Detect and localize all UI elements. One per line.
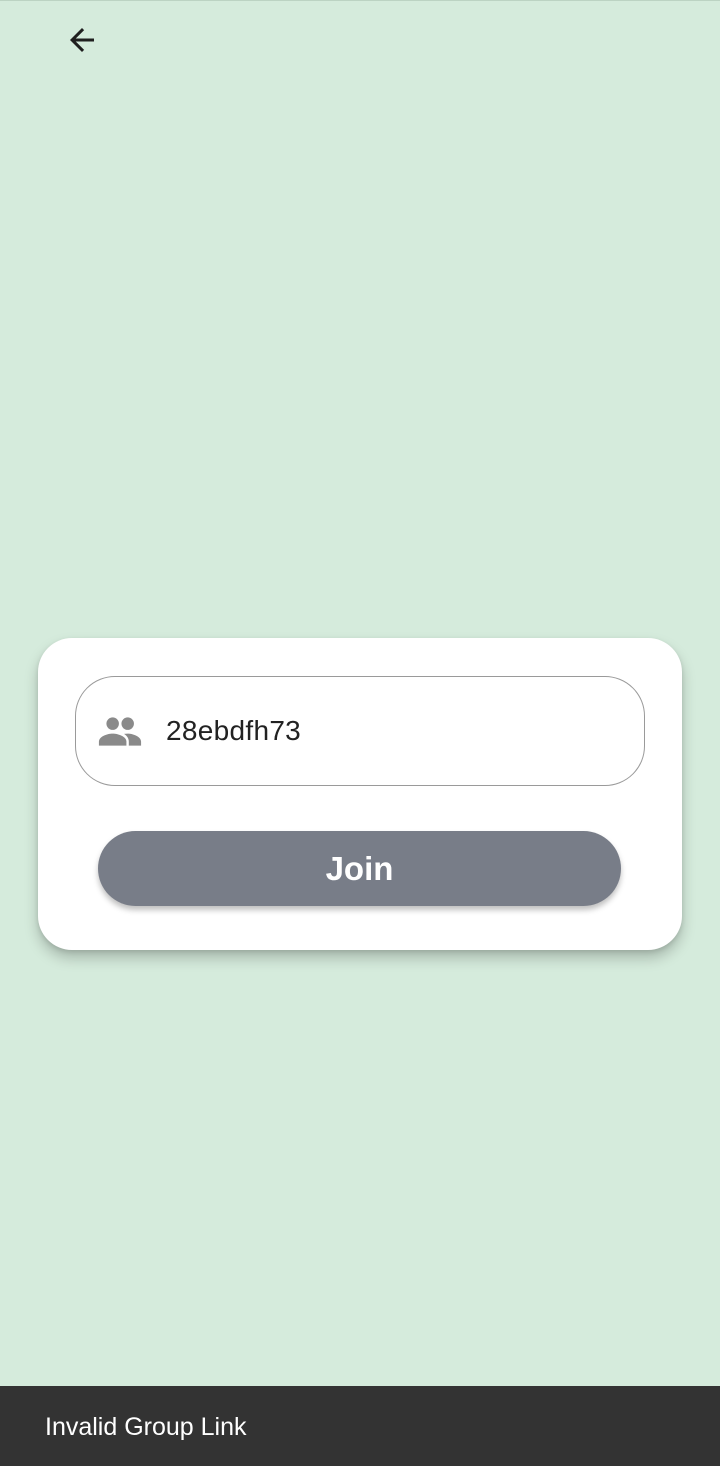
join-button[interactable]: Join: [98, 831, 621, 906]
join-group-card: 28ebdfh73 Join: [38, 638, 682, 950]
back-button[interactable]: [58, 16, 106, 64]
group-icon: [98, 715, 142, 747]
group-code-value: 28ebdfh73: [166, 715, 302, 746]
snackbar: Invalid Group Link: [0, 1386, 720, 1466]
arrow-left-icon: [64, 22, 100, 58]
snackbar-message: Invalid Group Link: [45, 1413, 247, 1441]
top-divider: [0, 0, 720, 1]
group-code-input[interactable]: 28ebdfh73: [75, 676, 645, 786]
